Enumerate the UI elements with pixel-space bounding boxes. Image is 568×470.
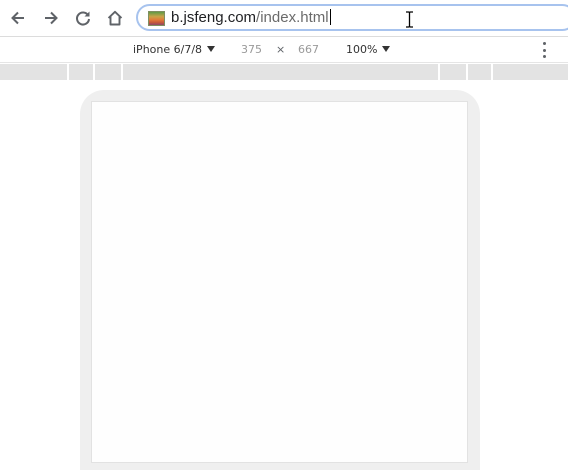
device-select[interactable]: iPhone 6/7/8 [133,43,216,56]
arrow-left-icon [11,11,24,25]
media-query-ruler [0,64,568,80]
media-query-bar[interactable] [67,64,93,80]
device-toolbar: iPhone 6/7/8 375 × 667 100% [0,37,568,63]
forward-button[interactable] [38,5,64,31]
text-cursor-icon [406,11,413,28]
more-vert-icon[interactable] [539,42,549,58]
media-query-bar[interactable] [491,64,568,80]
site-favicon-icon [148,11,165,26]
media-query-bar[interactable] [121,64,438,80]
zoom-value: 100% [346,43,378,56]
reload-icon [76,11,90,26]
device-name: iPhone 6/7/8 [133,43,203,56]
media-query-bar[interactable] [93,64,121,80]
media-query-bar[interactable] [438,64,466,80]
url-path: /index.html [256,9,329,26]
media-query-bar[interactable] [466,64,491,80]
back-button[interactable] [5,5,31,31]
dimension-separator: × [276,43,286,56]
home-button[interactable] [102,5,128,31]
home-icon [107,10,123,26]
url-text[interactable]: b.jsfeng.com/index.html [171,9,331,27]
browser-toolbar: b.jsfeng.com/index.html [0,0,568,37]
device-viewport[interactable] [92,102,467,462]
height-field[interactable]: 667 [298,43,319,56]
zoom-select[interactable]: 100% [346,43,391,56]
dropdown-arrow-icon [382,46,391,52]
width-field[interactable]: 375 [241,43,262,56]
dropdown-arrow-icon [207,46,216,52]
address-bar[interactable]: b.jsfeng.com/index.html [136,4,568,31]
text-caret [329,9,331,25]
reload-button[interactable] [70,5,96,31]
arrow-right-icon [45,11,58,25]
url-domain: b.jsfeng.com [171,9,257,26]
